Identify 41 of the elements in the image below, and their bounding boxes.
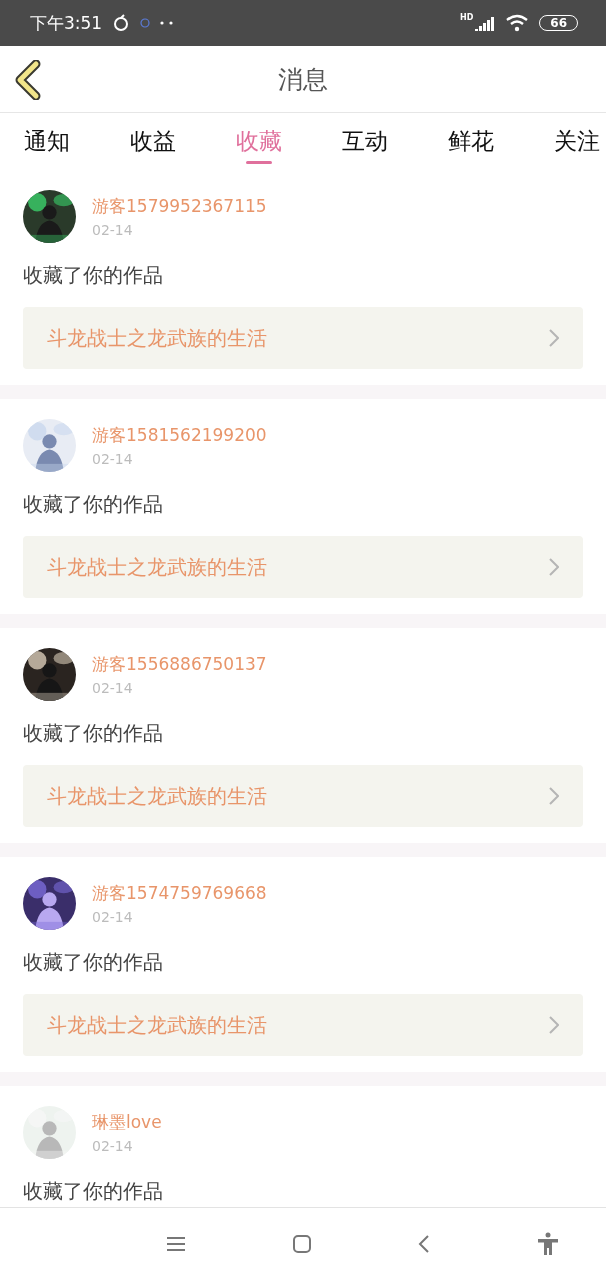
tab[interactable]: 互动 bbox=[342, 113, 388, 170]
back-nav-button[interactable] bbox=[418, 1234, 430, 1254]
message-date: 02-14 bbox=[92, 680, 134, 696]
work-link[interactable]: 斗龙战士之龙武族的生活 bbox=[23, 994, 583, 1056]
user-name[interactable]: 游客1574759769668 bbox=[92, 882, 267, 905]
chevron-icon bbox=[549, 787, 559, 805]
message-text: 收藏了你的作品 bbox=[23, 491, 164, 518]
user-name[interactable]: 游客1579952367115 bbox=[92, 195, 267, 218]
menu-button[interactable] bbox=[166, 1236, 186, 1252]
user-name[interactable]: 游客1581562199200 bbox=[92, 424, 267, 447]
chevron-icon bbox=[549, 558, 559, 576]
message-date: 02-14 bbox=[92, 222, 134, 238]
user-name[interactable]: 琳墨love bbox=[92, 1111, 162, 1134]
work-link[interactable]: 斗龙战士之龙武族的生活 bbox=[23, 536, 583, 598]
tab[interactable]: 通知 bbox=[24, 113, 70, 170]
notification-icon bbox=[112, 14, 131, 32]
message-date: 02-14 bbox=[92, 451, 134, 467]
message-text: 收藏了你的作品 bbox=[23, 1178, 164, 1205]
tab[interactable]: 收藏 bbox=[236, 113, 282, 170]
more-icon bbox=[160, 21, 175, 25]
user-name[interactable]: 游客1556886750137 bbox=[92, 653, 267, 676]
network-type: HD bbox=[459, 13, 474, 22]
signal-icon bbox=[475, 15, 496, 31]
message-date: 02-14 bbox=[92, 909, 134, 925]
message-date: 02-14 bbox=[92, 1138, 134, 1154]
accessibility-button[interactable] bbox=[536, 1232, 560, 1256]
message-text: 收藏了你的作品 bbox=[23, 949, 164, 976]
chevron-icon bbox=[549, 329, 559, 347]
wifi-icon bbox=[505, 14, 530, 32]
message-text: 收藏了你的作品 bbox=[23, 720, 164, 747]
message-text: 收藏了你的作品 bbox=[23, 262, 164, 289]
page-title: 消息 bbox=[278, 63, 328, 96]
work-link[interactable]: 斗龙战士之龙武族的生活 bbox=[23, 765, 583, 827]
work-link[interactable]: 斗龙战士之龙武族的生活 bbox=[23, 307, 583, 369]
tab[interactable]: 鲜花 bbox=[448, 113, 494, 170]
status-time: 下午3:51 bbox=[30, 11, 103, 35]
app-icon bbox=[140, 18, 151, 28]
home-button[interactable] bbox=[292, 1234, 312, 1254]
tab[interactable]: 关注 bbox=[554, 113, 600, 170]
chevron-icon bbox=[549, 1016, 559, 1034]
tab[interactable]: 收益 bbox=[130, 113, 176, 170]
